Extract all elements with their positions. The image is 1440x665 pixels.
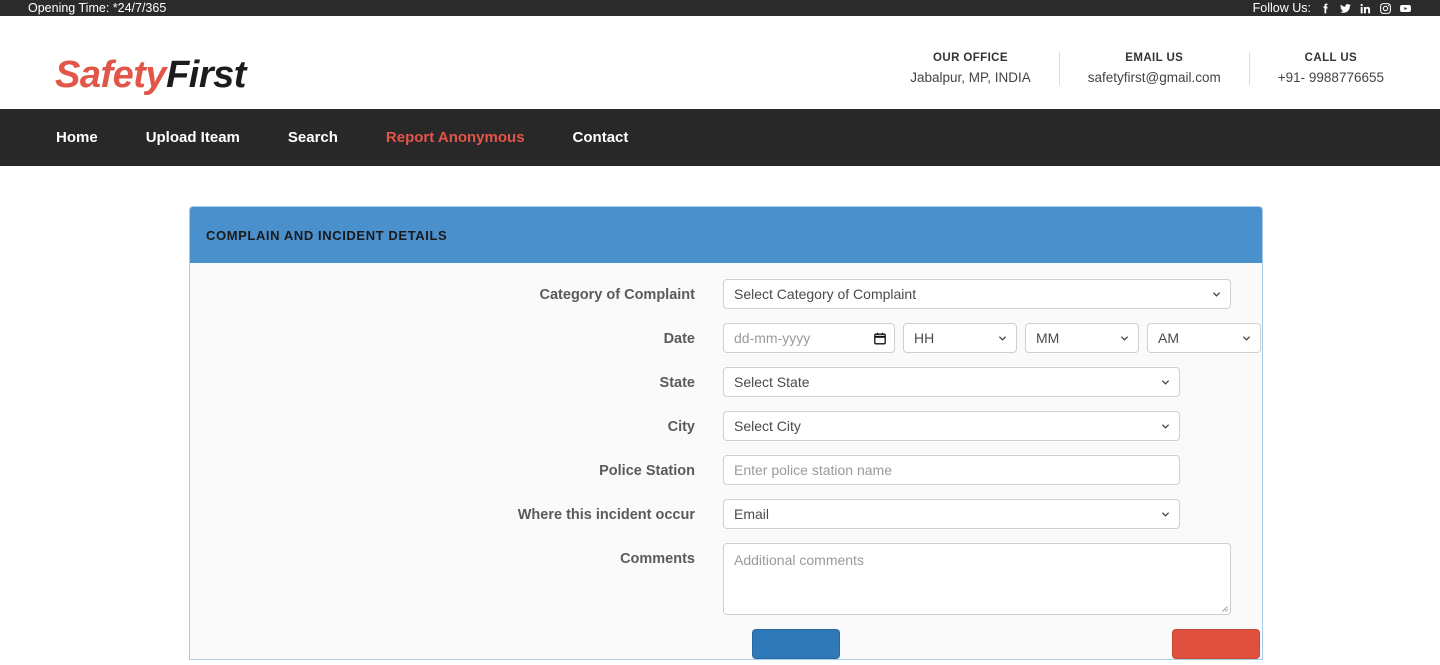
- reset-button[interactable]: [1172, 629, 1260, 659]
- field-police-station: Enter police station name: [723, 455, 1180, 485]
- form-row-where-incident: Where this incident occur Email: [190, 499, 1262, 529]
- twitter-icon[interactable]: [1339, 2, 1352, 15]
- header-contact-info: OUR OFFICE Jabalpur, MP, INDIA EMAIL US …: [882, 52, 1412, 85]
- info-value-email[interactable]: safetyfirst@gmail.com: [1088, 70, 1221, 85]
- where-incident-select[interactable]: Email: [723, 499, 1180, 529]
- chevron-down-icon: [1161, 422, 1170, 431]
- top-utility-bar: Opening Time: *24/7/365 Follow Us:: [0, 0, 1440, 16]
- date-input[interactable]: dd-mm-yyyy: [723, 323, 895, 353]
- instagram-icon[interactable]: [1379, 2, 1392, 15]
- site-logo[interactable]: SafetyFirst: [55, 56, 246, 94]
- label-city: City: [667, 419, 695, 435]
- form-row-category: Category of Complaint Select Category of…: [190, 279, 1262, 309]
- chevron-down-icon: [1161, 378, 1170, 387]
- logo-text-safety: Safety: [55, 54, 167, 96]
- nav-item-search[interactable]: Search: [264, 109, 362, 166]
- site-header: SafetyFirst OUR OFFICE Jabalpur, MP, IND…: [0, 16, 1440, 109]
- form-actions: [190, 629, 1262, 659]
- social-links: Follow Us:: [1253, 0, 1412, 16]
- panel-header: COMPLAIN AND INCIDENT DETAILS: [190, 207, 1262, 263]
- panel-body: Category of Complaint Select Category of…: [190, 263, 1262, 659]
- category-select[interactable]: Select Category of Complaint: [723, 279, 1231, 309]
- info-title-email: EMAIL US: [1125, 52, 1184, 64]
- info-block-phone: CALL US +91- 9988776655: [1248, 52, 1412, 85]
- where-incident-select-value: Email: [734, 506, 770, 522]
- opening-time-text: Opening Time: *24/7/365: [28, 1, 167, 15]
- resize-handle-icon[interactable]: [1219, 603, 1228, 612]
- info-title-phone: CALL US: [1304, 52, 1358, 64]
- field-category: Select Category of Complaint: [723, 279, 1231, 309]
- city-select-value: Select City: [734, 418, 801, 434]
- meridiem-select-value: AM: [1158, 330, 1179, 346]
- field-where-incident: Email: [723, 499, 1180, 529]
- hour-select[interactable]: HH: [903, 323, 1017, 353]
- date-input-placeholder: dd-mm-yyyy: [734, 330, 811, 346]
- chevron-down-icon: [998, 334, 1007, 343]
- logo-text-first: First: [166, 54, 246, 96]
- info-block-email: EMAIL US safetyfirst@gmail.com: [1058, 52, 1249, 85]
- chevron-down-icon: [1242, 334, 1251, 343]
- nav-item-upload-iteam[interactable]: Upload Iteam: [122, 109, 264, 166]
- nav-item-home[interactable]: Home: [32, 109, 122, 166]
- main-content: COMPLAIN AND INCIDENT DETAILS Category o…: [0, 166, 1440, 665]
- city-select[interactable]: Select City: [723, 411, 1180, 441]
- label-date: Date: [663, 331, 695, 347]
- chevron-down-icon: [1120, 334, 1129, 343]
- complaint-details-panel: COMPLAIN AND INCIDENT DETAILS Category o…: [189, 206, 1263, 660]
- comments-placeholder: Additional comments: [734, 552, 864, 568]
- form-row-date: Date dd-mm-yyyy HH MM AM: [190, 323, 1262, 353]
- nav-item-contact[interactable]: Contact: [549, 109, 653, 166]
- info-value-phone: +91- 9988776655: [1277, 70, 1384, 85]
- field-city: Select City: [723, 411, 1180, 441]
- chevron-down-icon: [1212, 290, 1221, 299]
- youtube-icon[interactable]: [1399, 2, 1412, 15]
- chevron-down-icon: [1161, 510, 1170, 519]
- form-row-police-station: Police Station Enter police station name: [190, 455, 1262, 485]
- label-category: Category of Complaint: [539, 287, 695, 303]
- comments-textarea[interactable]: Additional comments: [723, 543, 1231, 615]
- calendar-icon[interactable]: [874, 332, 886, 345]
- facebook-icon[interactable]: [1319, 2, 1332, 15]
- form-row-state: State Select State: [190, 367, 1262, 397]
- follow-us-label: Follow Us:: [1252, 1, 1311, 15]
- minute-select[interactable]: MM: [1025, 323, 1139, 353]
- label-where-incident: Where this incident occur: [517, 507, 695, 523]
- panel-title: COMPLAIN AND INCIDENT DETAILS: [206, 227, 448, 243]
- state-select[interactable]: Select State: [723, 367, 1180, 397]
- info-title-office: OUR OFFICE: [933, 52, 1008, 64]
- submit-button[interactable]: [752, 629, 840, 659]
- police-station-input[interactable]: Enter police station name: [723, 455, 1180, 485]
- nav-item-report-anonymous[interactable]: Report Anonymous: [362, 109, 549, 166]
- minute-select-value: MM: [1036, 330, 1060, 346]
- police-station-placeholder: Enter police station name: [734, 462, 892, 478]
- label-comments: Comments: [620, 551, 695, 567]
- info-block-office: OUR OFFICE Jabalpur, MP, INDIA: [882, 52, 1059, 85]
- state-select-value: Select State: [734, 374, 810, 390]
- label-police-station: Police Station: [599, 463, 695, 479]
- meridiem-select[interactable]: AM: [1147, 323, 1261, 353]
- category-select-value: Select Category of Complaint: [734, 286, 917, 302]
- field-state: Select State: [723, 367, 1180, 397]
- linkedin-icon[interactable]: [1359, 2, 1372, 15]
- label-state: State: [659, 375, 695, 391]
- info-value-office: Jabalpur, MP, INDIA: [910, 70, 1031, 85]
- form-row-comments: Comments Additional comments: [190, 543, 1262, 615]
- main-navigation: Home Upload Iteam Search Report Anonymou…: [0, 109, 1440, 166]
- field-date: dd-mm-yyyy HH MM AM: [723, 323, 1261, 353]
- form-row-city: City Select City: [190, 411, 1262, 441]
- field-comments: Additional comments: [723, 543, 1231, 615]
- hour-select-value: HH: [914, 330, 935, 346]
